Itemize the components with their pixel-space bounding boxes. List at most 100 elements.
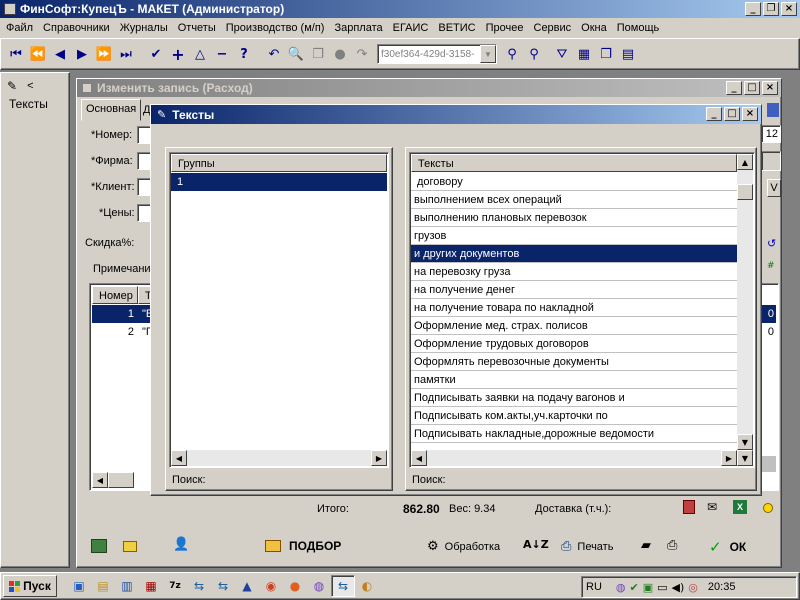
- network-tray-icon[interactable]: ▣: [643, 581, 653, 594]
- group-item[interactable]: 1: [171, 173, 387, 191]
- stamp-icon[interactable]: ▰: [641, 538, 651, 553]
- next-page-icon[interactable]: ⏩: [93, 43, 115, 65]
- folder-small-icon[interactable]: [123, 541, 137, 552]
- right-v-button[interactable]: V: [767, 179, 781, 197]
- prices-field[interactable]: [137, 204, 151, 222]
- list-item[interactable]: памятки: [411, 371, 737, 389]
- viber-tray-icon[interactable]: ◍: [616, 581, 626, 594]
- menu-production[interactable]: Производство (м/п): [226, 22, 325, 34]
- texts-scroll-right[interactable]: ▶: [721, 450, 737, 466]
- calculator-icon[interactable]: [683, 500, 695, 514]
- texts-scroll-up[interactable]: ▲: [737, 154, 753, 170]
- right-number-field[interactable]: 12: [761, 125, 781, 143]
- last-record-icon[interactable]: ⏭: [115, 43, 137, 65]
- add-row-icon[interactable]: [91, 539, 107, 553]
- grid-scroll-thumb[interactable]: [108, 472, 134, 488]
- viber-icon[interactable]: ◍: [307, 575, 331, 597]
- ok-button[interactable]: ✓ ОК: [709, 538, 746, 556]
- printer2-icon[interactable]: ⎙: [667, 538, 677, 553]
- add-icon[interactable]: +: [167, 43, 189, 65]
- tray-extra-icon[interactable]: ◎: [688, 581, 698, 594]
- window-tile-icon[interactable]: ▤: [617, 43, 639, 65]
- dialog-maximize-button[interactable]: □: [724, 107, 740, 121]
- menu-egais[interactable]: ЕГАИС: [393, 22, 429, 34]
- list-item[interactable]: выполнением всех операций: [411, 191, 737, 209]
- menu-help[interactable]: Помощь: [617, 22, 660, 34]
- help-icon[interactable]: ?: [233, 43, 255, 65]
- left-panel-label[interactable]: Тексты: [1, 93, 69, 111]
- books-icon[interactable]: ▥: [115, 575, 139, 597]
- list-item[interactable]: на получение денег: [411, 281, 737, 299]
- excel-icon[interactable]: X: [733, 500, 747, 514]
- start-button[interactable]: Пуск: [3, 575, 57, 597]
- texts-scroll-left[interactable]: ◀: [411, 450, 427, 466]
- menu-vetis[interactable]: ВЕТИС: [438, 22, 475, 34]
- copy-icon[interactable]: ❐: [307, 43, 329, 65]
- list-item[interactable]: выполнению плановых перевозок: [411, 209, 737, 227]
- list-item[interactable]: договору: [411, 173, 737, 191]
- right-icon-link[interactable]: ↺: [767, 237, 776, 250]
- tab-main[interactable]: Основная: [81, 99, 141, 121]
- binoculars-icon[interactable]: ⚲: [523, 43, 545, 65]
- texts-scroll-down[interactable]: ▼: [737, 434, 753, 450]
- 7zip-icon[interactable]: 7z: [163, 575, 187, 597]
- prev-page-icon[interactable]: ⏪: [27, 43, 49, 65]
- network-icon[interactable]: ⇆: [187, 575, 211, 597]
- language-indicator[interactable]: RU: [586, 581, 602, 593]
- prev-record-icon[interactable]: ◀: [49, 43, 71, 65]
- volume-icon[interactable]: ◀): [672, 581, 685, 594]
- texts-vscroll[interactable]: ▲ ▼: [737, 154, 753, 450]
- undo-icon[interactable]: ↶: [263, 43, 285, 65]
- first-record-icon[interactable]: ⏮: [5, 43, 27, 65]
- search-icon[interactable]: 🔍: [285, 43, 307, 65]
- list-item[interactable]: Оформление трудовых договоров: [411, 335, 737, 353]
- restore-button[interactable]: ❐: [763, 2, 779, 16]
- chrome-icon[interactable]: ◉: [259, 575, 283, 597]
- print-button[interactable]: ⎙ Печать: [561, 539, 613, 554]
- explorer-icon[interactable]: ▤: [91, 575, 115, 597]
- guid-combobox[interactable]: f30ef364-429d-3158- ▼: [377, 44, 497, 64]
- list-item[interactable]: Подписывать ком.акты,уч.карточки по: [411, 407, 737, 425]
- list-item[interactable]: Подписывать накладные,дорожные ведомости: [411, 425, 737, 443]
- right-icon-grid[interactable]: #: [767, 261, 775, 271]
- window-cascade-icon[interactable]: ❐: [595, 43, 617, 65]
- edit-maximize-button[interactable]: □: [744, 81, 760, 95]
- groups-scroll-left[interactable]: ◀: [171, 450, 187, 466]
- texts-scroll-thumb[interactable]: [737, 184, 753, 200]
- firefox-icon[interactable]: ●: [283, 575, 307, 597]
- menu-windows[interactable]: Окна: [581, 22, 607, 34]
- dialog-minimize-button[interactable]: _: [706, 107, 722, 121]
- list-item[interactable]: Оформлять перевозочные документы: [411, 353, 737, 371]
- list-item[interactable]: Оформление мед. страх. полисов: [411, 317, 737, 335]
- user-icon[interactable]: 👤: [173, 537, 189, 552]
- monitor-tray-icon[interactable]: ▭: [657, 581, 667, 594]
- firm-field[interactable]: [137, 152, 151, 170]
- mail-icon[interactable]: ✉: [707, 500, 717, 514]
- menu-file[interactable]: Файл: [6, 22, 33, 34]
- texts-header[interactable]: Тексты: [411, 154, 737, 172]
- edit-close-button[interactable]: ×: [762, 81, 778, 95]
- table-row[interactable]: 2 "Г: [92, 323, 158, 341]
- pdf-icon[interactable]: ▦: [139, 575, 163, 597]
- podbor-button[interactable]: ПОДБОР: [265, 539, 341, 553]
- minus-icon[interactable]: −: [211, 43, 233, 65]
- redo-icon[interactable]: ↷: [351, 43, 373, 65]
- paint-icon[interactable]: ◐: [355, 575, 379, 597]
- menu-journals[interactable]: Журналы: [120, 22, 168, 34]
- list-item[interactable]: Подписывать заявки на подачу вагонов и: [411, 389, 737, 407]
- menu-service[interactable]: Сервис: [534, 22, 572, 34]
- collapse-arrow[interactable]: <: [27, 80, 33, 92]
- next-record-icon[interactable]: ▶: [71, 43, 93, 65]
- shield-tray-icon[interactable]: ✔: [630, 581, 639, 594]
- edit-minimize-button[interactable]: _: [726, 81, 742, 95]
- groups-scroll-right[interactable]: ▶: [371, 450, 387, 466]
- grid-header-number[interactable]: Номер: [92, 286, 138, 304]
- number-field[interactable]: [137, 126, 151, 144]
- menu-reports[interactable]: Отчеты: [178, 22, 216, 34]
- grid-vscroll[interactable]: [762, 456, 776, 472]
- sort-az-icon[interactable]: A↓Z: [523, 538, 549, 551]
- grid-scroll-left[interactable]: ◀: [92, 472, 108, 488]
- binoculars-add-icon[interactable]: ⚲: [501, 43, 523, 65]
- menu-other[interactable]: Прочее: [486, 22, 524, 34]
- list-item[interactable]: на перевозку груза: [411, 263, 737, 281]
